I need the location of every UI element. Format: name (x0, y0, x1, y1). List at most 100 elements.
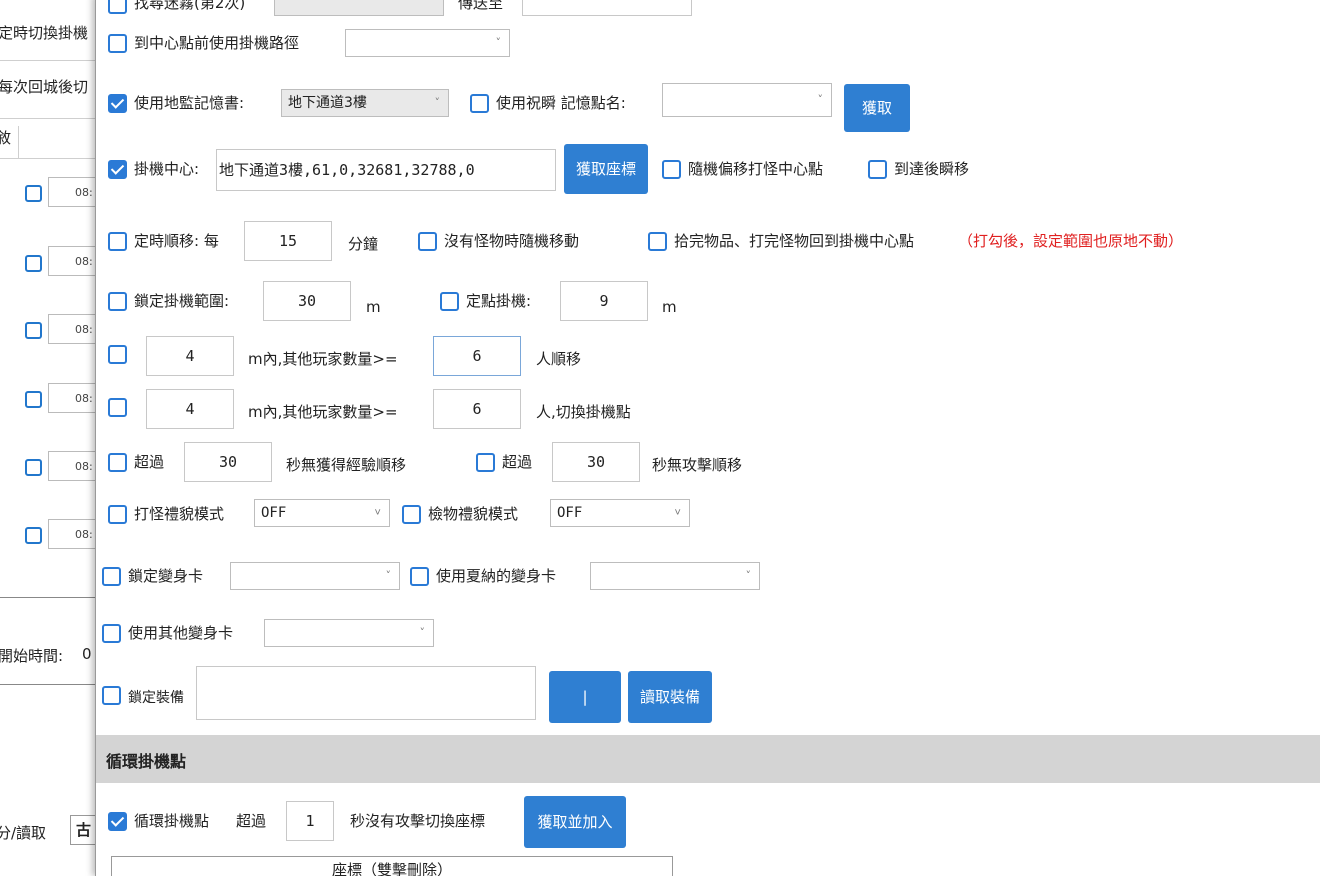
bg-row-time[interactable]: 08: (48, 314, 96, 344)
polite-attack-checkbox[interactable] (108, 505, 127, 524)
hunt-center-checkbox[interactable] (108, 160, 127, 179)
center-path-select[interactable]: ˅ (345, 29, 510, 57)
find-mist-label: 找尋迷霧(第2次) (134, 0, 246, 12)
bg-column-header: 敘 (0, 129, 12, 147)
no-attack-seconds-input[interactable]: 30 (552, 442, 640, 482)
timed-teleport-checkbox[interactable] (108, 232, 127, 251)
loop-point-checkbox[interactable] (108, 812, 127, 831)
bg-row-time[interactable]: 08: (48, 519, 96, 549)
bg-row-checkbox[interactable] (25, 391, 42, 408)
blessed-teleport-label: 使用祝瞬 記憶點名: (496, 94, 626, 112)
players-switch-range-input[interactable]: 4 (146, 389, 234, 429)
bg-row-time[interactable]: 08: (48, 451, 96, 481)
bg-row-checkbox[interactable] (25, 527, 42, 544)
players-switch-label: m內,其他玩家數量>= (248, 403, 398, 421)
loop-section-title: 循環掛機點 (106, 752, 187, 771)
memory-book-select[interactable]: 地下通道3樓 ˅ (281, 89, 449, 117)
memory-point-select[interactable]: ˅ (662, 83, 832, 117)
players-switch-checkbox[interactable] (108, 398, 127, 417)
bg-row-checkbox[interactable] (25, 459, 42, 476)
bg-row-time[interactable]: 08: (48, 246, 96, 276)
bg-select[interactable]: 古 (70, 815, 96, 845)
chevron-down-icon: ˅ (817, 93, 824, 106)
shana-polymorph-label: 使用夏納的變身卡 (436, 567, 557, 585)
lock-equipment-input[interactable] (196, 666, 536, 720)
center-path-label: 到中心點前使用掛機路徑 (134, 34, 300, 52)
lock-polymorph-label: 鎖定變身卡 (128, 567, 204, 585)
players-teleport-checkbox[interactable] (108, 345, 127, 364)
memory-book-checkbox[interactable] (108, 94, 127, 113)
no-attack-checkbox[interactable] (476, 453, 495, 472)
other-polymorph-checkbox[interactable] (102, 624, 121, 643)
shana-polymorph-select[interactable]: ˅ (590, 562, 760, 590)
teleport-on-arrival-checkbox[interactable] (868, 160, 887, 179)
return-center-checkbox[interactable] (648, 232, 667, 251)
teleport-to-input[interactable] (522, 0, 692, 16)
loop-section-header: 循環掛機點 (96, 735, 1320, 783)
fixed-point-unit: m (662, 298, 677, 316)
polite-pickup-select[interactable]: OFF ˅ (550, 499, 690, 527)
background-window: 定時切換掛機 每次回城後切 敘 08: 08: 08: 08: 08: 08: … (0, 0, 96, 874)
lock-range-input[interactable]: 30 (263, 281, 351, 321)
no-attack-suffix: 秒無攻擊順移 (652, 456, 743, 474)
bg-start-time-label: 開始時間: (0, 647, 64, 665)
hunt-center-input[interactable]: 地下通道3樓,61,0,32681,32788,0 (216, 149, 556, 191)
lock-polymorph-checkbox[interactable] (102, 567, 121, 586)
hunt-center-label: 掛機中心: (134, 160, 200, 178)
bg-label-timed-switch: 定時切換掛機 (0, 24, 89, 42)
loop-suffix: 秒沒有攻擊切換座標 (350, 812, 486, 830)
find-mist-select[interactable]: ˅ (274, 0, 444, 16)
bg-row-time[interactable]: 08: (48, 383, 96, 413)
players-teleport-range-input[interactable]: 4 (146, 336, 234, 376)
no-exp-over-label: 超過 (134, 453, 165, 471)
timed-teleport-label: 定時順移: 每 (134, 232, 219, 250)
players-teleport-count-input[interactable]: 6 (433, 336, 521, 376)
chevron-down-icon: ˅ (385, 569, 392, 582)
coordinate-list[interactable]: 座標（雙擊刪除） (111, 856, 673, 876)
no-exp-seconds-input[interactable]: 30 (184, 442, 272, 482)
shana-polymorph-checkbox[interactable] (410, 567, 429, 586)
chevron-down-icon: ˅ (429, 0, 436, 8)
hunting-settings-dialog: 找尋迷霧(第2次) ˅ 傳送至 到中心點前使用掛機路徑 ˅ 使用地監記憶書: 地… (95, 0, 1320, 876)
bg-row-checkbox[interactable] (25, 185, 42, 202)
polite-attack-select[interactable]: OFF ˅ (254, 499, 390, 527)
pipe-button[interactable]: | (549, 671, 621, 723)
fixed-point-checkbox[interactable] (440, 292, 459, 311)
random-offset-label: 隨機偏移打怪中心點 (688, 160, 824, 178)
get-button[interactable]: 獲取 (844, 84, 910, 132)
blessed-teleport-checkbox[interactable] (470, 94, 489, 113)
polite-attack-label: 打怪禮貌模式 (134, 505, 225, 523)
random-offset-checkbox[interactable] (662, 160, 681, 179)
bg-row-time[interactable]: 08: (48, 177, 96, 207)
find-mist-checkbox[interactable] (108, 0, 127, 14)
no-exp-suffix: 秒無獲得經驗順移 (286, 456, 407, 474)
lock-polymorph-select[interactable]: ˅ (230, 562, 400, 590)
return-center-note: （打勾後，設定範圍也原地不動） (958, 232, 1184, 250)
get-and-add-button[interactable]: 獲取並加入 (524, 796, 626, 848)
loop-over-label: 超過 (236, 812, 267, 830)
bg-row-checkbox[interactable] (25, 255, 42, 272)
fixed-point-input[interactable]: 9 (560, 281, 648, 321)
minutes-unit-label: 分鐘 (348, 235, 379, 253)
lock-equipment-checkbox[interactable] (102, 686, 121, 705)
read-equipment-button[interactable]: 讀取裝備 (628, 671, 712, 723)
center-path-checkbox[interactable] (108, 34, 127, 53)
other-polymorph-select[interactable]: ˅ (264, 619, 434, 647)
loop-seconds-input[interactable]: 1 (286, 801, 334, 841)
chevron-down-icon: ˅ (745, 569, 752, 582)
bg-label-return-town: 每次回城後切 (0, 78, 89, 96)
random-move-checkbox[interactable] (418, 232, 437, 251)
polite-pickup-label: 檢物禮貌模式 (428, 505, 519, 523)
memory-book-label: 使用地監記憶書: (134, 94, 245, 112)
no-exp-checkbox[interactable] (108, 453, 127, 472)
get-coordinates-button[interactable]: 獲取座標 (564, 144, 648, 194)
chevron-down-icon: ˅ (674, 506, 681, 519)
timed-teleport-minutes-input[interactable]: 15 (244, 221, 332, 261)
bg-row-checkbox[interactable] (25, 322, 42, 339)
polite-pickup-checkbox[interactable] (402, 505, 421, 524)
fixed-point-label: 定點掛機: (466, 292, 532, 310)
lock-range-checkbox[interactable] (108, 292, 127, 311)
players-switch-count-input[interactable]: 6 (433, 389, 521, 429)
other-polymorph-label: 使用其他變身卡 (128, 624, 234, 642)
chevron-down-icon: ˅ (434, 96, 441, 109)
